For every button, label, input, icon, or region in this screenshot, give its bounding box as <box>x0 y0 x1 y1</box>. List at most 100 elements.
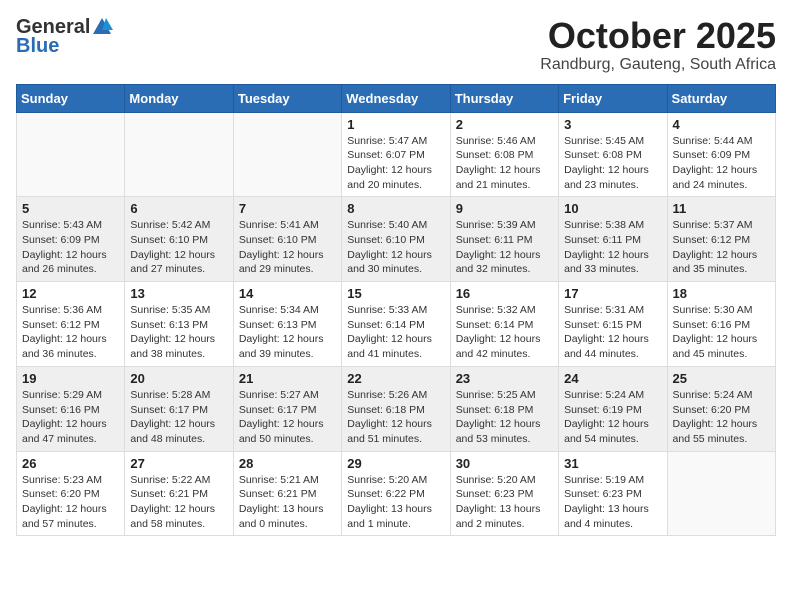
page-header: General Blue October 2025 Randburg, Gaut… <box>16 16 776 74</box>
logo-icon <box>91 16 113 38</box>
day-info: Sunrise: 5:35 AM Sunset: 6:13 PM Dayligh… <box>130 303 227 362</box>
day-info: Sunrise: 5:36 AM Sunset: 6:12 PM Dayligh… <box>22 303 119 362</box>
calendar-cell: 23 Sunrise: 5:25 AM Sunset: 6:18 PM Dayli… <box>450 366 558 451</box>
day-info: Sunrise: 5:42 AM Sunset: 6:10 PM Dayligh… <box>130 218 227 277</box>
logo-blue: Blue <box>16 35 59 58</box>
day-number: 20 <box>130 371 227 386</box>
day-info: Sunrise: 5:22 AM Sunset: 6:21 PM Dayligh… <box>130 473 227 532</box>
day-number: 8 <box>347 201 444 216</box>
day-info: Sunrise: 5:38 AM Sunset: 6:11 PM Dayligh… <box>564 218 661 277</box>
weekday-header-row: SundayMondayTuesdayWednesdayThursdayFrid… <box>17 84 776 112</box>
weekday-header: Saturday <box>667 84 775 112</box>
calendar-cell <box>125 112 233 197</box>
calendar-week-row: 12 Sunrise: 5:36 AM Sunset: 6:12 PM Dayli… <box>17 282 776 367</box>
calendar-cell: 14 Sunrise: 5:34 AM Sunset: 6:13 PM Dayli… <box>233 282 341 367</box>
calendar-cell: 3Sunrise: 5:45 AM Sunset: 6:08 PM Daylig… <box>559 112 667 197</box>
calendar-cell <box>17 112 125 197</box>
calendar-table: SundayMondayTuesdayWednesdayThursdayFrid… <box>16 84 776 537</box>
calendar-cell <box>667 451 775 536</box>
calendar-cell: 1 Sunrise: 5:47 AM Sunset: 6:07 PM Daylig… <box>342 112 450 197</box>
month-title: October 2025 <box>540 16 776 56</box>
calendar-cell: 30 Sunrise: 5:20 AM Sunset: 6:23 PM Dayli… <box>450 451 558 536</box>
day-info: Sunrise: 5:23 AM Sunset: 6:20 PM Dayligh… <box>22 473 119 532</box>
day-info: Sunrise: 5:24 AM Sunset: 6:20 PM Dayligh… <box>673 388 770 447</box>
calendar-cell: 28Sunrise: 5:21 AM Sunset: 6:21 PM Dayli… <box>233 451 341 536</box>
calendar-cell: 10 Sunrise: 5:38 AM Sunset: 6:11 PM Dayli… <box>559 197 667 282</box>
calendar-cell: 13 Sunrise: 5:35 AM Sunset: 6:13 PM Dayli… <box>125 282 233 367</box>
day-info: Sunrise: 5:20 AM Sunset: 6:23 PM Dayligh… <box>456 473 553 532</box>
calendar-week-row: 1 Sunrise: 5:47 AM Sunset: 6:07 PM Daylig… <box>17 112 776 197</box>
day-number: 23 <box>456 371 553 386</box>
calendar-cell: 24Sunrise: 5:24 AM Sunset: 6:19 PM Dayli… <box>559 366 667 451</box>
day-info: Sunrise: 5:43 AM Sunset: 6:09 PM Dayligh… <box>22 218 119 277</box>
weekday-header: Tuesday <box>233 84 341 112</box>
day-info: Sunrise: 5:31 AM Sunset: 6:15 PM Dayligh… <box>564 303 661 362</box>
day-info: Sunrise: 5:33 AM Sunset: 6:14 PM Dayligh… <box>347 303 444 362</box>
calendar-cell: 16 Sunrise: 5:32 AM Sunset: 6:14 PM Dayli… <box>450 282 558 367</box>
day-number: 12 <box>22 286 119 301</box>
day-number: 2 <box>456 117 553 132</box>
calendar-cell: 27 Sunrise: 5:22 AM Sunset: 6:21 PM Dayli… <box>125 451 233 536</box>
day-number: 1 <box>347 117 444 132</box>
day-info: Sunrise: 5:44 AM Sunset: 6:09 PM Dayligh… <box>673 134 770 193</box>
day-info: Sunrise: 5:39 AM Sunset: 6:11 PM Dayligh… <box>456 218 553 277</box>
day-info: Sunrise: 5:19 AM Sunset: 6:23 PM Dayligh… <box>564 473 661 532</box>
day-number: 21 <box>239 371 336 386</box>
day-info: Sunrise: 5:47 AM Sunset: 6:07 PM Dayligh… <box>347 134 444 193</box>
calendar-cell: 20 Sunrise: 5:28 AM Sunset: 6:17 PM Dayli… <box>125 366 233 451</box>
calendar-week-row: 26 Sunrise: 5:23 AM Sunset: 6:20 PM Dayli… <box>17 451 776 536</box>
weekday-header: Sunday <box>17 84 125 112</box>
day-info: Sunrise: 5:25 AM Sunset: 6:18 PM Dayligh… <box>456 388 553 447</box>
day-info: Sunrise: 5:28 AM Sunset: 6:17 PM Dayligh… <box>130 388 227 447</box>
calendar-cell: 8 Sunrise: 5:40 AM Sunset: 6:10 PM Daylig… <box>342 197 450 282</box>
day-number: 26 <box>22 456 119 471</box>
calendar-cell: 22 Sunrise: 5:26 AM Sunset: 6:18 PM Dayli… <box>342 366 450 451</box>
calendar-cell: 7Sunrise: 5:41 AM Sunset: 6:10 PM Daylig… <box>233 197 341 282</box>
calendar-cell: 21 Sunrise: 5:27 AM Sunset: 6:17 PM Dayli… <box>233 366 341 451</box>
logo: General Blue <box>16 16 113 58</box>
calendar-cell: 9 Sunrise: 5:39 AM Sunset: 6:11 PM Daylig… <box>450 197 558 282</box>
day-info: Sunrise: 5:26 AM Sunset: 6:18 PM Dayligh… <box>347 388 444 447</box>
day-number: 30 <box>456 456 553 471</box>
calendar-cell: 15Sunrise: 5:33 AM Sunset: 6:14 PM Dayli… <box>342 282 450 367</box>
day-info: Sunrise: 5:32 AM Sunset: 6:14 PM Dayligh… <box>456 303 553 362</box>
title-area: October 2025 Randburg, Gauteng, South Af… <box>540 16 776 74</box>
day-number: 7 <box>239 201 336 216</box>
day-info: Sunrise: 5:40 AM Sunset: 6:10 PM Dayligh… <box>347 218 444 277</box>
day-number: 19 <box>22 371 119 386</box>
calendar-cell: 2 Sunrise: 5:46 AM Sunset: 6:08 PM Daylig… <box>450 112 558 197</box>
location: Randburg, Gauteng, South Africa <box>540 56 776 74</box>
day-number: 17 <box>564 286 661 301</box>
day-number: 11 <box>673 201 770 216</box>
calendar-cell: 31Sunrise: 5:19 AM Sunset: 6:23 PM Dayli… <box>559 451 667 536</box>
day-info: Sunrise: 5:24 AM Sunset: 6:19 PM Dayligh… <box>564 388 661 447</box>
day-number: 27 <box>130 456 227 471</box>
day-number: 4 <box>673 117 770 132</box>
day-number: 22 <box>347 371 444 386</box>
day-number: 16 <box>456 286 553 301</box>
day-info: Sunrise: 5:34 AM Sunset: 6:13 PM Dayligh… <box>239 303 336 362</box>
day-number: 9 <box>456 201 553 216</box>
calendar-cell: 17 Sunrise: 5:31 AM Sunset: 6:15 PM Dayli… <box>559 282 667 367</box>
weekday-header: Thursday <box>450 84 558 112</box>
day-number: 14 <box>239 286 336 301</box>
calendar-cell: 19Sunrise: 5:29 AM Sunset: 6:16 PM Dayli… <box>17 366 125 451</box>
day-info: Sunrise: 5:27 AM Sunset: 6:17 PM Dayligh… <box>239 388 336 447</box>
day-number: 13 <box>130 286 227 301</box>
calendar-cell: 11Sunrise: 5:37 AM Sunset: 6:12 PM Dayli… <box>667 197 775 282</box>
day-number: 29 <box>347 456 444 471</box>
day-info: Sunrise: 5:20 AM Sunset: 6:22 PM Dayligh… <box>347 473 444 532</box>
day-number: 18 <box>673 286 770 301</box>
day-info: Sunrise: 5:45 AM Sunset: 6:08 PM Dayligh… <box>564 134 661 193</box>
day-number: 10 <box>564 201 661 216</box>
calendar-cell <box>233 112 341 197</box>
day-info: Sunrise: 5:30 AM Sunset: 6:16 PM Dayligh… <box>673 303 770 362</box>
day-info: Sunrise: 5:21 AM Sunset: 6:21 PM Dayligh… <box>239 473 336 532</box>
weekday-header: Wednesday <box>342 84 450 112</box>
weekday-header: Monday <box>125 84 233 112</box>
weekday-header: Friday <box>559 84 667 112</box>
day-info: Sunrise: 5:46 AM Sunset: 6:08 PM Dayligh… <box>456 134 553 193</box>
calendar-week-row: 19Sunrise: 5:29 AM Sunset: 6:16 PM Dayli… <box>17 366 776 451</box>
calendar-cell: 4 Sunrise: 5:44 AM Sunset: 6:09 PM Daylig… <box>667 112 775 197</box>
calendar-week-row: 5Sunrise: 5:43 AM Sunset: 6:09 PM Daylig… <box>17 197 776 282</box>
